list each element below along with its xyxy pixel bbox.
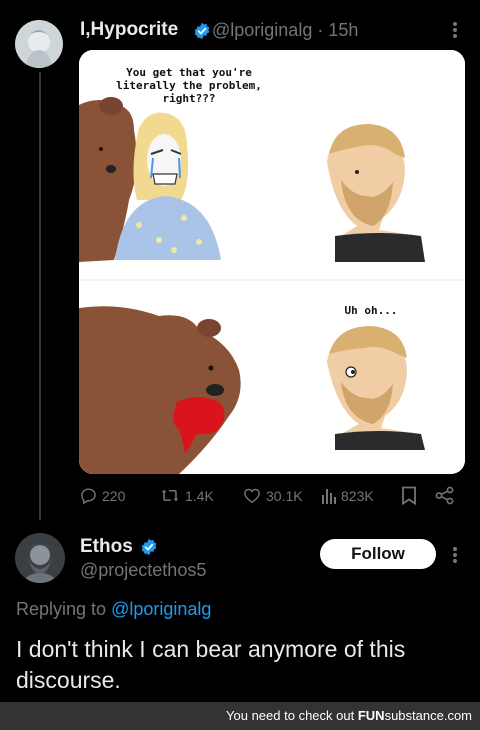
reply-more-options-icon[interactable]: [452, 546, 458, 567]
repost-icon: [161, 489, 179, 502]
more-options-icon[interactable]: [452, 21, 458, 42]
meme-image[interactable]: You get that you're literally the proble…: [79, 50, 465, 474]
watermark-banner: You need to check out FUNsubstance.com: [0, 702, 480, 730]
banner-brand-substance: substance: [384, 708, 444, 723]
reply-button[interactable]: 220: [79, 486, 125, 505]
share-icon: [435, 486, 454, 505]
author-handle[interactable]: @lporiginalg · 15h: [212, 20, 358, 41]
like-button[interactable]: 30.1K: [242, 486, 303, 505]
panel1-caption: You get that you're literally the proble…: [116, 66, 262, 105]
reply-text: I don't think I can bear anymore of this…: [16, 636, 406, 693]
reply-author-name[interactable]: Ethos: [80, 536, 133, 558]
replying-prefix: Replying to: [16, 599, 107, 619]
thread-line: [39, 72, 41, 520]
verified-badge-icon: [194, 22, 210, 40]
timestamp: · 15h: [317, 20, 359, 40]
action-bar: 220 1.4K 30.1K 823K: [79, 486, 465, 508]
view-count: 823K: [341, 487, 374, 504]
banner-prefix: You need to check out: [226, 708, 355, 723]
author-name[interactable]: I,Hypocrite: [80, 19, 178, 41]
views-button[interactable]: 823K: [321, 486, 374, 505]
share-button[interactable]: [435, 486, 455, 505]
avatar[interactable]: [15, 20, 63, 68]
bookmark-button[interactable]: [401, 486, 417, 505]
reply-handle[interactable]: @projectethos5: [80, 560, 206, 581]
reply-verified-badge-icon: [141, 538, 157, 556]
reply-avatar[interactable]: [15, 533, 65, 583]
reply-icon: [81, 488, 96, 505]
like-count: 30.1K: [266, 487, 303, 504]
replying-to: Replying to @lporiginalg: [16, 599, 211, 620]
banner-brand-fun: FUN: [357, 708, 385, 723]
repost-button[interactable]: 1.4K: [159, 486, 214, 505]
replying-to-link[interactable]: @lporiginalg: [111, 599, 211, 619]
handle-text[interactable]: @lporiginalg: [212, 20, 312, 40]
analytics-icon: [322, 489, 336, 504]
heart-icon: [244, 488, 260, 504]
meme-illustration: [79, 50, 465, 474]
reply-count: 220: [102, 487, 126, 504]
banner-brand-suffix: .com: [443, 708, 472, 723]
banner-text: You need to check out FUNsubstance.com: [226, 708, 472, 723]
follow-button[interactable]: Follow: [320, 539, 436, 569]
repost-count: 1.4K: [185, 487, 214, 504]
panel2-caption: Uh oh...: [344, 304, 398, 317]
bookmark-icon: [402, 486, 416, 505]
